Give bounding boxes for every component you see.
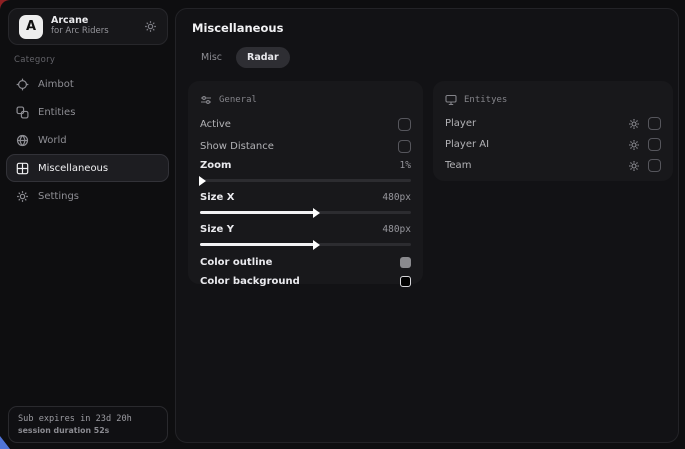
entity-row-team: Team [445,155,661,176]
entity-label: Player AI [445,139,489,150]
sidebar: A Arcane for Arc Riders Category [0,0,175,449]
general-card-header: General [200,91,411,109]
gear-icon[interactable] [628,160,640,172]
setting-row-color-background: Color background [200,272,411,291]
slider-thumb[interactable] [313,240,320,250]
category-label: Category [14,55,55,65]
gear-icon[interactable] [144,20,157,33]
setting-row-show-distance: Show Distance [200,135,411,157]
setting-label: Size Y [200,224,234,235]
entities-card-title: Entityes [464,95,507,105]
sidebar-item-entities[interactable]: Entities [6,98,169,126]
entity-row-player: Player [445,113,661,134]
general-card-title: General [219,95,257,105]
gear-icon[interactable] [628,118,640,130]
color-background-swatch[interactable] [400,276,411,287]
monitor-icon [445,94,457,106]
size-y-value: 480px [382,224,411,235]
tab-misc[interactable]: Misc [190,47,233,68]
general-card: General Active Show Distance Zoom 1% [188,81,423,284]
entities-card-header: Entityes [445,91,661,109]
player-checkbox[interactable] [648,117,661,130]
sidebar-nav: Aimbot Entities World [6,70,169,210]
session-duration-text: session duration 52s [18,426,158,435]
setting-label: Size X [200,192,234,203]
setting-row-color-outline: Color outline [200,253,411,272]
tab-bar: Misc Radar [190,47,290,68]
color-outline-swatch[interactable] [400,257,411,268]
grid-icon [16,162,29,175]
sidebar-item-world[interactable]: World [6,126,169,154]
entity-label: Player [445,118,476,129]
setting-label: Show Distance [200,141,274,152]
entities-icon [16,106,29,119]
setting-label: Active [200,119,231,130]
team-checkbox[interactable] [648,159,661,172]
sidebar-item-aimbot[interactable]: Aimbot [6,70,169,98]
brand-subtitle: for Arc Riders [51,27,109,37]
slider-fill [200,211,316,214]
brand-text: Arcane for Arc Riders [51,16,109,37]
sidebar-item-miscellaneous[interactable]: Miscellaneous [6,154,169,182]
player-ai-checkbox[interactable] [648,138,661,151]
size-x-slider[interactable] [200,211,411,214]
crosshair-icon [16,78,29,91]
size-x-value: 480px [382,192,411,203]
zoom-slider[interactable] [200,179,411,182]
setting-row-zoom: Zoom 1% [200,157,411,182]
sidebar-item-label: Entities [38,107,75,118]
sub-expiry-text: Sub expires in 23d 20h [18,414,158,424]
entities-card: Entityes Player Player AI [433,81,673,181]
subscription-card: Sub expires in 23d 20h session duration … [8,406,168,443]
slider-thumb[interactable] [199,176,206,186]
app-logo: A [19,15,43,39]
slider-thumb[interactable] [313,208,320,218]
main-panel: Miscellaneous Misc Radar General Active [175,8,679,443]
sliders-icon [200,94,212,106]
show-distance-checkbox[interactable] [398,140,411,153]
gear-icon[interactable] [628,139,640,151]
setting-label: Color outline [200,257,272,268]
setting-label: Zoom [200,160,231,171]
gear-icon [16,190,29,203]
active-checkbox[interactable] [398,118,411,131]
sidebar-item-label: Aimbot [38,79,74,90]
app-window: A Arcane for Arc Riders Category [0,0,685,449]
sidebar-item-label: World [38,135,67,146]
setting-row-active: Active [200,113,411,135]
slider-fill [200,243,316,246]
size-y-slider[interactable] [200,243,411,246]
brand-card: A Arcane for Arc Riders [8,8,168,45]
setting-row-size-x: Size X 480px [200,189,411,214]
sidebar-item-label: Settings [38,191,79,202]
page-title: Miscellaneous [192,21,283,35]
zoom-value: 1% [400,160,411,171]
setting-row-size-y: Size Y 480px [200,221,411,246]
tab-radar[interactable]: Radar [236,47,290,68]
entity-label: Team [445,160,471,171]
setting-label: Color background [200,276,300,287]
entity-row-player-ai: Player AI [445,134,661,155]
sidebar-item-label: Miscellaneous [38,163,108,174]
sidebar-item-settings[interactable]: Settings [6,182,169,210]
globe-icon [16,134,29,147]
